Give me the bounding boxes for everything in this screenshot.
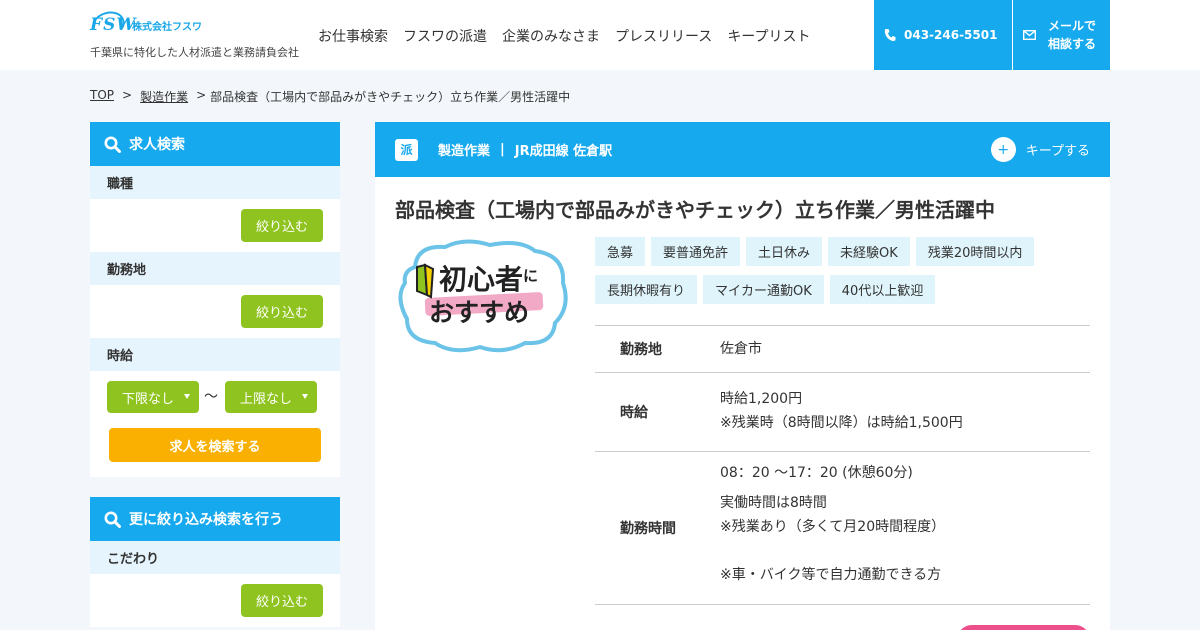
info-row-location: 勤務地 佐倉市 [595,326,1090,373]
main-nav: お仕事検索 フスワの派遣 企業のみなさま プレスリリース キープリスト [318,26,810,46]
phone-button[interactable]: 043-246-5501 [874,0,1012,70]
nav-fsw-dispatch[interactable]: フスワの派遣 [403,26,487,46]
mail-icon [1023,30,1036,40]
nav-job-search[interactable]: お仕事検索 [318,26,388,46]
info-row-wage: 時給 時給1,200円 ※残業時（8時間以降）は時給1,500円 [595,373,1090,452]
breadcrumb-category[interactable]: 製造作業 [140,88,188,105]
job-tag: 残業20時間以内 [915,237,1035,266]
wage-tilde: 〜 [204,389,218,405]
kodawari-narrow-button[interactable]: 絞り込む [241,584,323,617]
apply-button[interactable] [957,625,1090,630]
job-type-row: 絞り込む [90,199,340,252]
info-val-hours: 08：20 〜17：20 (休憩60分) 実働時間は8時間 ※残業あり（多くて月… [720,452,1090,604]
breadcrumb-top[interactable]: TOP [90,88,114,105]
breadcrumb-current: 部品検査（工場内で部品みがきやチェック）立ち作業／男性活躍中 [210,90,571,104]
search-icon [104,511,121,528]
mail-label-line2: 相談する [1048,37,1097,51]
job-info-table: 勤務地 佐倉市 時給 時給1,200円 ※残業時（8時間以降）は時給1,500円… [595,325,1090,605]
refine-search-panel: 更に絞り込み検索を行う こだわり 絞り込む [90,497,340,627]
wage-row: 下限なし 〜 上限なし 求人を検索する [90,371,340,477]
job-type-narrow-button[interactable]: 絞り込む [241,209,323,242]
breadcrumb: TOP > 製造作業 > 部品検査（工場内で部品みがきやチェック）立ち作業／男性… [90,88,570,105]
breadcrumb-separator: > [122,88,133,102]
job-tag: 急募 [595,237,646,266]
wage-line: ※残業時（8時間以降）は時給1,500円 [720,415,963,431]
plus-icon: + [990,137,1016,162]
location-row: 絞り込む [90,285,340,338]
job-tag: 40代以上歓迎 [829,275,936,304]
hours-line: ※残業あり（多くて月20時間程度） [720,519,946,535]
job-search-title: 求人検索 [129,137,185,153]
job-tags: 急募 要普通免許 土日休み 未経験OK 残業20時間以内 長期休暇有り マイカー… [595,237,1095,304]
caret-down-icon [302,394,308,399]
hours-line: 実働時間は8時間 [720,495,827,511]
refine-search-title: 更に絞り込み検索を行う [129,512,283,528]
nav-keep-list[interactable]: キープリスト [727,26,810,46]
keep-button[interactable]: + キープする [990,137,1090,162]
job-title: 部品検査（工場内で部品みがきやチェック）立ち作業／男性活躍中 [395,198,995,222]
wage-max-value: 上限なし [240,391,293,407]
image-text-ni: に [523,267,538,285]
search-jobs-button[interactable]: 求人を検索する [109,428,321,462]
hours-line: 08：20 〜17：20 (休憩60分) [720,465,913,481]
job-header-separator: | [500,142,505,157]
mail-consult-button[interactable]: メールで 相談する [1013,0,1110,70]
dispatch-badge: 派 [395,138,418,161]
site-header: FSW 株式会社フスワ 千葉県に特化した人材派遣と業務請負会社 お仕事検索 フス… [0,0,1200,70]
image-text-recommended: おすすめ [429,298,529,327]
image-text-beginner: 初心者 [439,263,523,296]
location-narrow-button[interactable]: 絞り込む [241,295,323,328]
wage-line: 時給1,200円 [720,391,803,407]
info-key-hours: 勤務時間 [620,521,676,537]
refine-search-header: 更に絞り込み検索を行う [90,497,340,541]
job-tag: マイカー通勤OK [703,275,824,304]
job-tag: 未経験OK [828,237,910,266]
phone-icon [884,29,896,41]
keep-label: キープする [1025,144,1090,159]
nav-for-companies[interactable]: 企業のみなさま [502,26,600,46]
job-card-header: 派 製造作業 | JR成田線 佐倉駅 + キープする [375,122,1110,177]
job-tag: 長期休暇有り [595,275,698,304]
job-station: JR成田線 佐倉駅 [514,144,613,159]
kodawari-label: こだわり [90,541,340,574]
nav-press-release[interactable]: プレスリリース [615,26,712,46]
wage-max-select[interactable]: 上限なし [225,381,317,413]
wage-min-value: 下限なし [122,391,175,407]
info-val-wage: 時給1,200円 ※残業時（8時間以降）は時給1,500円 [720,373,1090,451]
kodawari-row: 絞り込む [90,574,340,627]
wage-label: 時給 [90,338,340,371]
info-key-wage: 時給 [620,405,648,421]
logo-mark: FSW [87,6,135,44]
info-val-location: 佐倉市 [720,341,762,357]
job-category: 製造作業 [438,144,491,159]
job-search-panel: 求人検索 職種 絞り込む 勤務地 絞り込む 時給 下限なし 〜 上限なし 求人を… [90,122,340,477]
caret-down-icon [184,394,190,399]
logo-tagline: 千葉県に特化した人材派遣と業務請負会社 [90,46,299,59]
job-search-header: 求人検索 [90,122,340,166]
mail-label-line1: メールで [1048,19,1097,33]
phone-number: 043-246-5501 [904,28,998,42]
beginner-recommended-image: 初心者 に おすすめ [398,239,568,353]
site-logo[interactable]: FSW 株式会社フスワ 千葉県に特化した人材派遣と業務請負会社 [87,6,299,60]
info-row-hours: 勤務時間 08：20 〜17：20 (休憩60分) 実働時間は8時間 ※残業あり… [595,452,1090,605]
hours-line: ※車・バイク等で自力通勤できる方 [720,567,942,583]
job-tag: 土日休み [746,237,823,266]
search-icon [104,136,121,153]
info-key-location: 勤務地 [620,342,662,358]
breadcrumb-separator: > [196,88,207,102]
job-detail-card: 派 製造作業 | JR成田線 佐倉駅 + キープする 部品検査（工場内で部品みが… [375,122,1110,630]
logo-company-name: 株式会社フスワ [132,21,202,33]
wage-min-select[interactable]: 下限なし [107,381,199,413]
location-label: 勤務地 [90,252,340,285]
job-tag: 要普通免許 [651,237,741,266]
job-type-label: 職種 [90,166,340,199]
